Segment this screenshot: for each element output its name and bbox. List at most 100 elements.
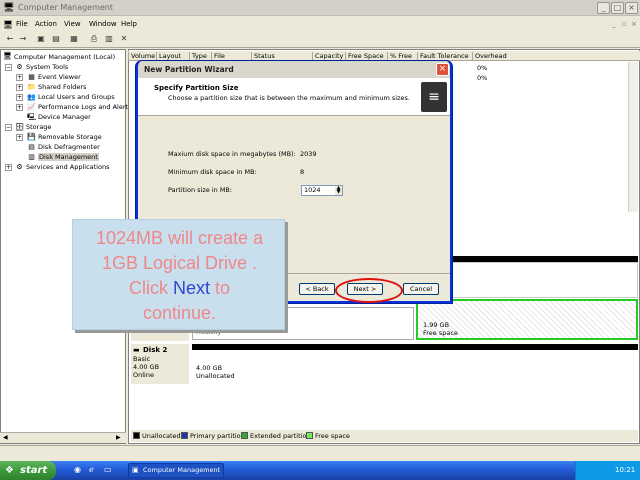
tree-item-removable-storage[interactable]: Removable Storage (38, 133, 102, 141)
child-minimize-icon[interactable]: _ (612, 20, 616, 28)
partition-size-spinner[interactable]: ▲ ▼ (335, 186, 342, 195)
expand-icon[interactable]: + (16, 84, 23, 91)
tree-item-shared-folders[interactable]: Shared Folders (38, 83, 86, 91)
disk2-size: 4.00 GB (133, 363, 160, 371)
expand-icon[interactable]: + (16, 134, 23, 141)
tree-item-device-manager[interactable]: Device Manager (38, 113, 91, 121)
toolbar: ← → ▣ ▤ ▦ ⎙ ▥ ✕ (0, 31, 640, 48)
start-button[interactable]: ❖ start (0, 461, 56, 480)
window-titlebar: 🖥 Computer Management _ □ × (0, 0, 640, 16)
menu-window[interactable]: Window (89, 20, 117, 28)
collapse-icon[interactable]: − (5, 124, 12, 131)
storage-icon: 🗄 (15, 123, 24, 131)
disk1-free-space[interactable]: 1.99 GB Free space (416, 299, 638, 340)
up-folder-icon[interactable]: ▣ (35, 33, 47, 45)
tools-icon: ⚙ (16, 63, 23, 71)
col-status[interactable]: Status (251, 52, 312, 61)
col-pct-free[interactable]: % Free (387, 52, 417, 61)
delete-icon[interactable]: ✕ (118, 33, 130, 45)
menu-view[interactable]: View (64, 20, 81, 28)
col-overhead[interactable]: Overhead (472, 52, 532, 61)
expand-icon[interactable]: + (5, 164, 12, 171)
start-label: start (20, 465, 48, 476)
dialog-close-button[interactable]: × (436, 63, 449, 76)
help-icon[interactable]: ▥ (103, 33, 115, 45)
col-fault-tolerance[interactable]: Fault Tolerance (417, 52, 472, 61)
desktop-icon[interactable]: ▭ (104, 465, 112, 474)
scroll-right-icon[interactable]: ▶ (116, 434, 121, 441)
legend-swatch-free (306, 432, 313, 439)
tree-item-services[interactable]: Services and Applications (26, 163, 109, 171)
cancel-button[interactable]: Cancel (403, 283, 439, 295)
computer-icon: 🖥 (3, 52, 12, 60)
tree-root[interactable]: Computer Management (Local) (14, 53, 115, 61)
dialog-titlebar: New Partition Wizard × (138, 61, 450, 78)
mmc-icon: 🖥 (3, 20, 14, 29)
quick-launch-icon[interactable]: ◉ (74, 465, 81, 474)
unalloc-size: 4.00 GB (196, 364, 223, 372)
tree-item-performance-logs[interactable]: Performance Logs and Alerts (38, 103, 131, 111)
tree-item-local-users[interactable]: Local Users and Groups (38, 93, 115, 101)
properties-icon[interactable]: ▦ (68, 33, 80, 45)
export-icon[interactable]: ⎙ (88, 33, 100, 45)
legend-free: Free space (315, 432, 350, 440)
collapse-icon[interactable]: − (5, 64, 12, 71)
callout-next: Next (172, 278, 210, 298)
back-icon[interactable]: ← (4, 33, 16, 45)
task-icon: ▣ (132, 466, 139, 474)
list-scrollbar[interactable] (628, 62, 638, 212)
col-free-space[interactable]: Free Space (345, 52, 387, 61)
tree-scrollbar[interactable]: ◀ ▶ (0, 432, 126, 443)
clock[interactable]: 10:21 (615, 466, 635, 474)
maximize-button[interactable]: □ (611, 2, 624, 14)
minimize-button[interactable]: _ (597, 2, 610, 14)
col-type[interactable]: Type (189, 52, 211, 61)
callout-line-3: Click Next to (73, 276, 286, 301)
removable-storage-icon: 💾 (27, 133, 36, 141)
tree-item-disk-management[interactable]: Disk Management (38, 153, 99, 161)
disk1-upper-part[interactable] (450, 262, 638, 298)
dialog-header: Specify Partition Size Choose a partitio… (138, 78, 450, 116)
menu-action[interactable]: Action (35, 20, 57, 28)
col-volume[interactable]: Volume (128, 52, 156, 61)
legend-unallocated: Unallocated (142, 432, 181, 440)
disk2-name: Disk 2 (143, 346, 168, 354)
partition-size-value: 1024 (304, 186, 321, 194)
legend-swatch-extended (241, 432, 248, 439)
menu-file[interactable]: File (16, 20, 28, 28)
col-file-system[interactable]: File System (211, 52, 251, 68)
status-bar (0, 445, 640, 460)
close-button[interactable]: × (625, 2, 638, 14)
show-tree-icon[interactable]: ▤ (50, 33, 62, 45)
disk2-unallocated[interactable]: 4.00 GB Unallocated (192, 344, 638, 384)
child-close-icon[interactable]: × (631, 20, 637, 28)
col-layout[interactable]: Layout (156, 52, 189, 61)
child-restore-icon[interactable]: ▫ (622, 20, 627, 28)
taskbar-item-computer-management[interactable]: ▣ Computer Management (128, 463, 224, 478)
expand-icon[interactable]: + (16, 94, 23, 101)
tree-item-disk-defragmenter[interactable]: Disk Defragmenter (38, 143, 100, 151)
disk2-type: Basic (133, 355, 151, 363)
expand-icon[interactable]: + (16, 104, 23, 111)
disk-icon: ▬ (133, 346, 140, 354)
tree-item-system-tools[interactable]: System Tools (26, 63, 68, 71)
legend-extended: Extended partition (250, 432, 311, 440)
tree-item-storage[interactable]: Storage (26, 123, 51, 131)
expand-icon[interactable]: + (16, 74, 23, 81)
row-overhead: 0% (477, 64, 488, 72)
row-overhead: 0% (477, 74, 488, 82)
tree-item-event-viewer[interactable]: Event Viewer (38, 73, 81, 81)
legend-swatch-unallocated (133, 432, 140, 439)
tutorial-callout: 1024MB will create a 1GB Logical Drive .… (72, 219, 285, 330)
app-icon: 🖥 (3, 3, 15, 13)
callout-to: to (210, 278, 231, 298)
menu-help[interactable]: Help (121, 20, 137, 28)
back-button[interactable]: < Back (299, 283, 335, 295)
forward-icon[interactable]: → (17, 33, 29, 45)
legend-primary: Primary partition (190, 432, 245, 440)
dialog-title: New Partition Wizard (144, 65, 234, 74)
col-capacity[interactable]: Capacity (312, 52, 345, 61)
disk2-header[interactable]: ▬ Disk 2 Basic 4.00 GB Online (131, 344, 189, 384)
ie-icon[interactable]: ℯ (89, 465, 94, 474)
scroll-left-icon[interactable]: ◀ (3, 434, 8, 441)
